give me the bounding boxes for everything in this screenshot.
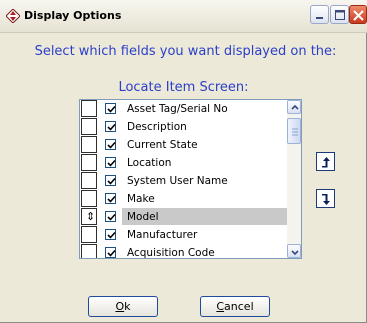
move-up-button[interactable] — [316, 152, 335, 171]
field-row[interactable]: Asset Tag/Serial No — [80, 100, 287, 118]
field-checkbox[interactable] — [105, 157, 116, 168]
field-label: Acquisition Code — [127, 247, 215, 259]
row-selector[interactable] — [81, 118, 97, 135]
field-checkbox[interactable] — [105, 139, 116, 150]
field-row[interactable]: ⇕ Model — [80, 208, 287, 226]
field-label: Description — [127, 121, 187, 133]
field-row[interactable]: Make — [80, 190, 287, 208]
field-checkbox[interactable] — [105, 175, 116, 186]
checkmark-icon — [107, 249, 116, 257]
field-row[interactable]: Current State — [80, 136, 287, 154]
field-checkbox[interactable] — [105, 103, 116, 114]
field-row[interactable]: System User Name — [80, 172, 287, 190]
field-label: Current State — [127, 139, 198, 151]
field-label: System User Name — [127, 175, 228, 187]
field-label: Manufacturer — [127, 229, 198, 241]
window-title: Display Options — [24, 9, 122, 22]
field-checkbox[interactable] — [105, 193, 116, 204]
row-selector[interactable] — [81, 244, 97, 258]
row-selector[interactable] — [81, 226, 97, 243]
row-selector[interactable] — [81, 154, 97, 171]
ok-button[interactable]: Ok — [88, 296, 158, 317]
cancel-label: ancel — [224, 300, 254, 313]
move-down-button[interactable] — [316, 189, 335, 208]
field-row[interactable]: Description — [80, 118, 287, 136]
chevron-down-icon — [291, 250, 299, 256]
row-selector[interactable]: ⇕ — [81, 208, 97, 225]
cancel-button[interactable]: Cancel — [200, 296, 270, 317]
field-checkbox[interactable] — [105, 247, 116, 258]
title-bar[interactable]: Display Options — [0, 0, 367, 33]
field-row[interactable]: Manufacturer — [80, 226, 287, 244]
maximize-button[interactable] — [330, 5, 349, 24]
field-label: Asset Tag/Serial No — [127, 103, 228, 115]
scroll-thumb[interactable] — [287, 118, 301, 144]
minimize-button[interactable] — [310, 5, 329, 24]
field-checkbox[interactable] — [105, 229, 116, 240]
move-down-icon — [322, 194, 330, 205]
move-up-icon — [322, 157, 330, 168]
checkmark-icon — [107, 141, 116, 149]
chevron-up-icon — [291, 104, 299, 110]
field-label: Location — [127, 157, 172, 169]
up-down-arrows-icon: ⇕ — [86, 210, 96, 223]
checkmark-icon — [107, 213, 116, 221]
display-options-window: Display Options Select which fields you … — [0, 0, 367, 323]
field-checkbox[interactable] — [105, 211, 116, 222]
checkmark-icon — [107, 159, 116, 167]
ok-mnemonic: O — [115, 300, 125, 313]
close-icon — [353, 10, 364, 21]
scroll-up-button[interactable] — [287, 100, 301, 114]
maximize-icon — [335, 10, 345, 20]
row-selector[interactable] — [81, 190, 97, 207]
checkmark-icon — [107, 105, 116, 113]
field-checkbox[interactable] — [105, 121, 116, 132]
field-row[interactable]: Acquisition Code — [80, 244, 287, 259]
checkmark-icon — [107, 195, 116, 203]
field-row[interactable]: Location — [80, 154, 287, 172]
checkmark-icon — [107, 123, 116, 131]
row-selector[interactable] — [81, 100, 97, 117]
grip-icon — [292, 128, 298, 136]
diamond-arrows-icon — [6, 9, 20, 23]
vertical-scrollbar[interactable] — [287, 100, 301, 258]
ok-label: k — [124, 300, 131, 313]
screen-name-label: Locate Item Screen: — [118, 80, 249, 95]
field-label: Make — [127, 193, 155, 205]
minimize-icon — [316, 17, 323, 19]
close-button[interactable] — [349, 5, 367, 24]
field-list[interactable]: Asset Tag/Serial No Description Current St… — [79, 99, 302, 259]
scroll-down-button[interactable] — [287, 244, 301, 258]
checkmark-icon — [107, 177, 116, 185]
field-label: Model — [127, 211, 159, 223]
row-selector[interactable] — [81, 172, 97, 189]
instruction-text: Select which fields you want displayed o… — [34, 44, 337, 59]
checkmark-icon — [107, 231, 116, 239]
row-selector[interactable] — [81, 136, 97, 153]
cancel-mnemonic: C — [216, 300, 225, 313]
